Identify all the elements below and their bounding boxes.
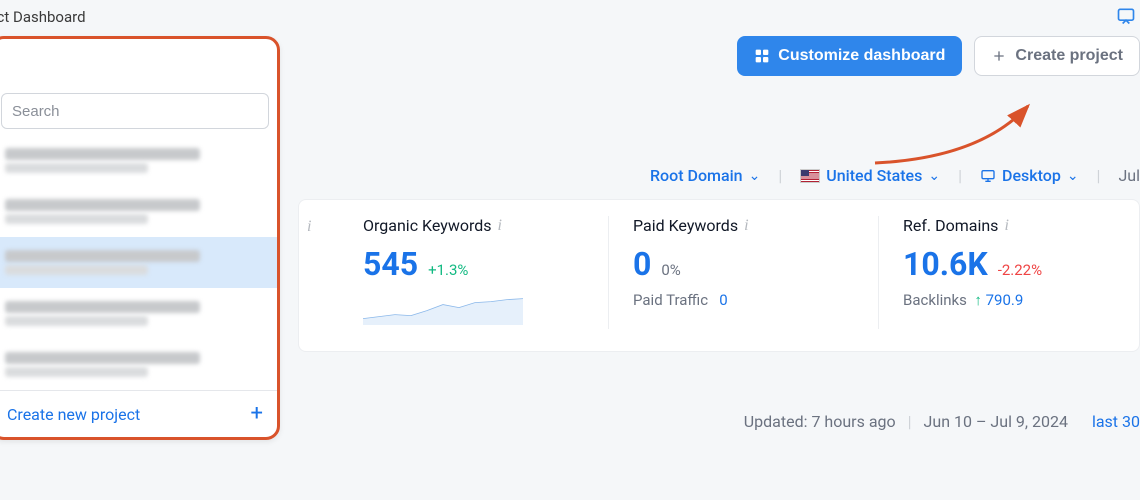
ref-domains-delta: -2.22%: [998, 261, 1042, 279]
updated-text: Updated: 7 hours ago: [744, 412, 896, 431]
chevron-down-icon: ⌄: [1067, 168, 1079, 184]
grid-icon: [754, 48, 770, 64]
customize-dashboard-label: Customize dashboard: [778, 47, 945, 65]
scope-filter-label: Root Domain: [650, 166, 743, 185]
info-icon[interactable]: i: [744, 217, 748, 235]
create-new-project-link[interactable]: Create new project +: [0, 390, 277, 437]
paid-keywords-delta: 0%: [661, 261, 680, 279]
country-filter[interactable]: United States ⌄: [800, 166, 940, 185]
project-list-item[interactable]: [0, 288, 277, 339]
chevron-down-icon: ⌄: [928, 168, 940, 184]
scope-filter[interactable]: Root Domain ⌄: [650, 166, 760, 185]
ref-domains-value: 10.6K: [903, 245, 988, 283]
backlinks-label: Backlinks: [903, 291, 967, 309]
paid-keywords-title: Paid Keywords: [633, 216, 738, 235]
project-list-item[interactable]: [0, 135, 277, 186]
feedback-icon[interactable]: [1116, 6, 1136, 30]
paid-traffic-label: Paid Traffic: [633, 291, 708, 309]
organic-keywords-delta: +1.3%: [428, 261, 468, 279]
breadcrumb: Project Dashboard: [0, 8, 1140, 36]
info-icon[interactable]: i: [307, 218, 311, 235]
organic-keywords-title: Organic Keywords: [363, 216, 492, 235]
date-range-text: Jun 10 – Jul 9, 2024: [924, 412, 1068, 431]
metric-card-partial: i: [299, 216, 339, 329]
create-project-label: Create project: [1015, 47, 1123, 65]
organic-keywords-value: 545: [363, 245, 418, 283]
project-search-input[interactable]: [1, 93, 269, 129]
paid-keywords-card[interactable]: Paid Keywords i 0 0% Paid Traffic 0: [609, 216, 879, 329]
up-arrow-icon: ↑: [974, 291, 982, 309]
desktop-icon: [980, 168, 996, 184]
customize-dashboard-button[interactable]: Customize dashboard: [737, 36, 962, 76]
last-range-link[interactable]: last 30: [1092, 412, 1140, 431]
project-list-item[interactable]: [0, 186, 277, 237]
project-list-item[interactable]: [0, 339, 277, 390]
device-filter-label: Desktop: [1002, 166, 1061, 185]
device-filter[interactable]: Desktop ⌄: [980, 166, 1079, 185]
paid-traffic-value[interactable]: 0: [719, 291, 727, 309]
plus-icon: [991, 48, 1007, 64]
organic-keywords-sparkline: [363, 291, 523, 325]
ref-domains-card[interactable]: Ref. Domains i 10.6K -2.22% Backlinks ↑ …: [879, 216, 1066, 329]
chevron-down-icon: ⌄: [749, 168, 761, 184]
metrics-row: i Organic Keywords i 545 +1.3% Paid Keyw…: [298, 199, 1140, 352]
info-icon[interactable]: i: [498, 217, 502, 235]
project-list-item[interactable]: [0, 237, 277, 288]
us-flag-icon: [800, 169, 820, 183]
ref-domains-title: Ref. Domains: [903, 216, 998, 235]
project-switcher-dropdown: Create new project +: [0, 36, 280, 440]
paid-keywords-value: 0: [633, 245, 651, 283]
info-icon[interactable]: i: [1004, 217, 1008, 235]
date-filter[interactable]: Jul: [1118, 166, 1140, 185]
plus-icon: +: [251, 403, 263, 425]
create-new-project-label: Create new project: [7, 405, 140, 424]
backlinks-value[interactable]: 790.9: [986, 291, 1024, 309]
project-list: [0, 135, 277, 390]
country-filter-label: United States: [826, 166, 922, 185]
create-project-button[interactable]: Create project: [974, 36, 1140, 76]
organic-keywords-card[interactable]: Organic Keywords i 545 +1.3%: [339, 216, 609, 329]
